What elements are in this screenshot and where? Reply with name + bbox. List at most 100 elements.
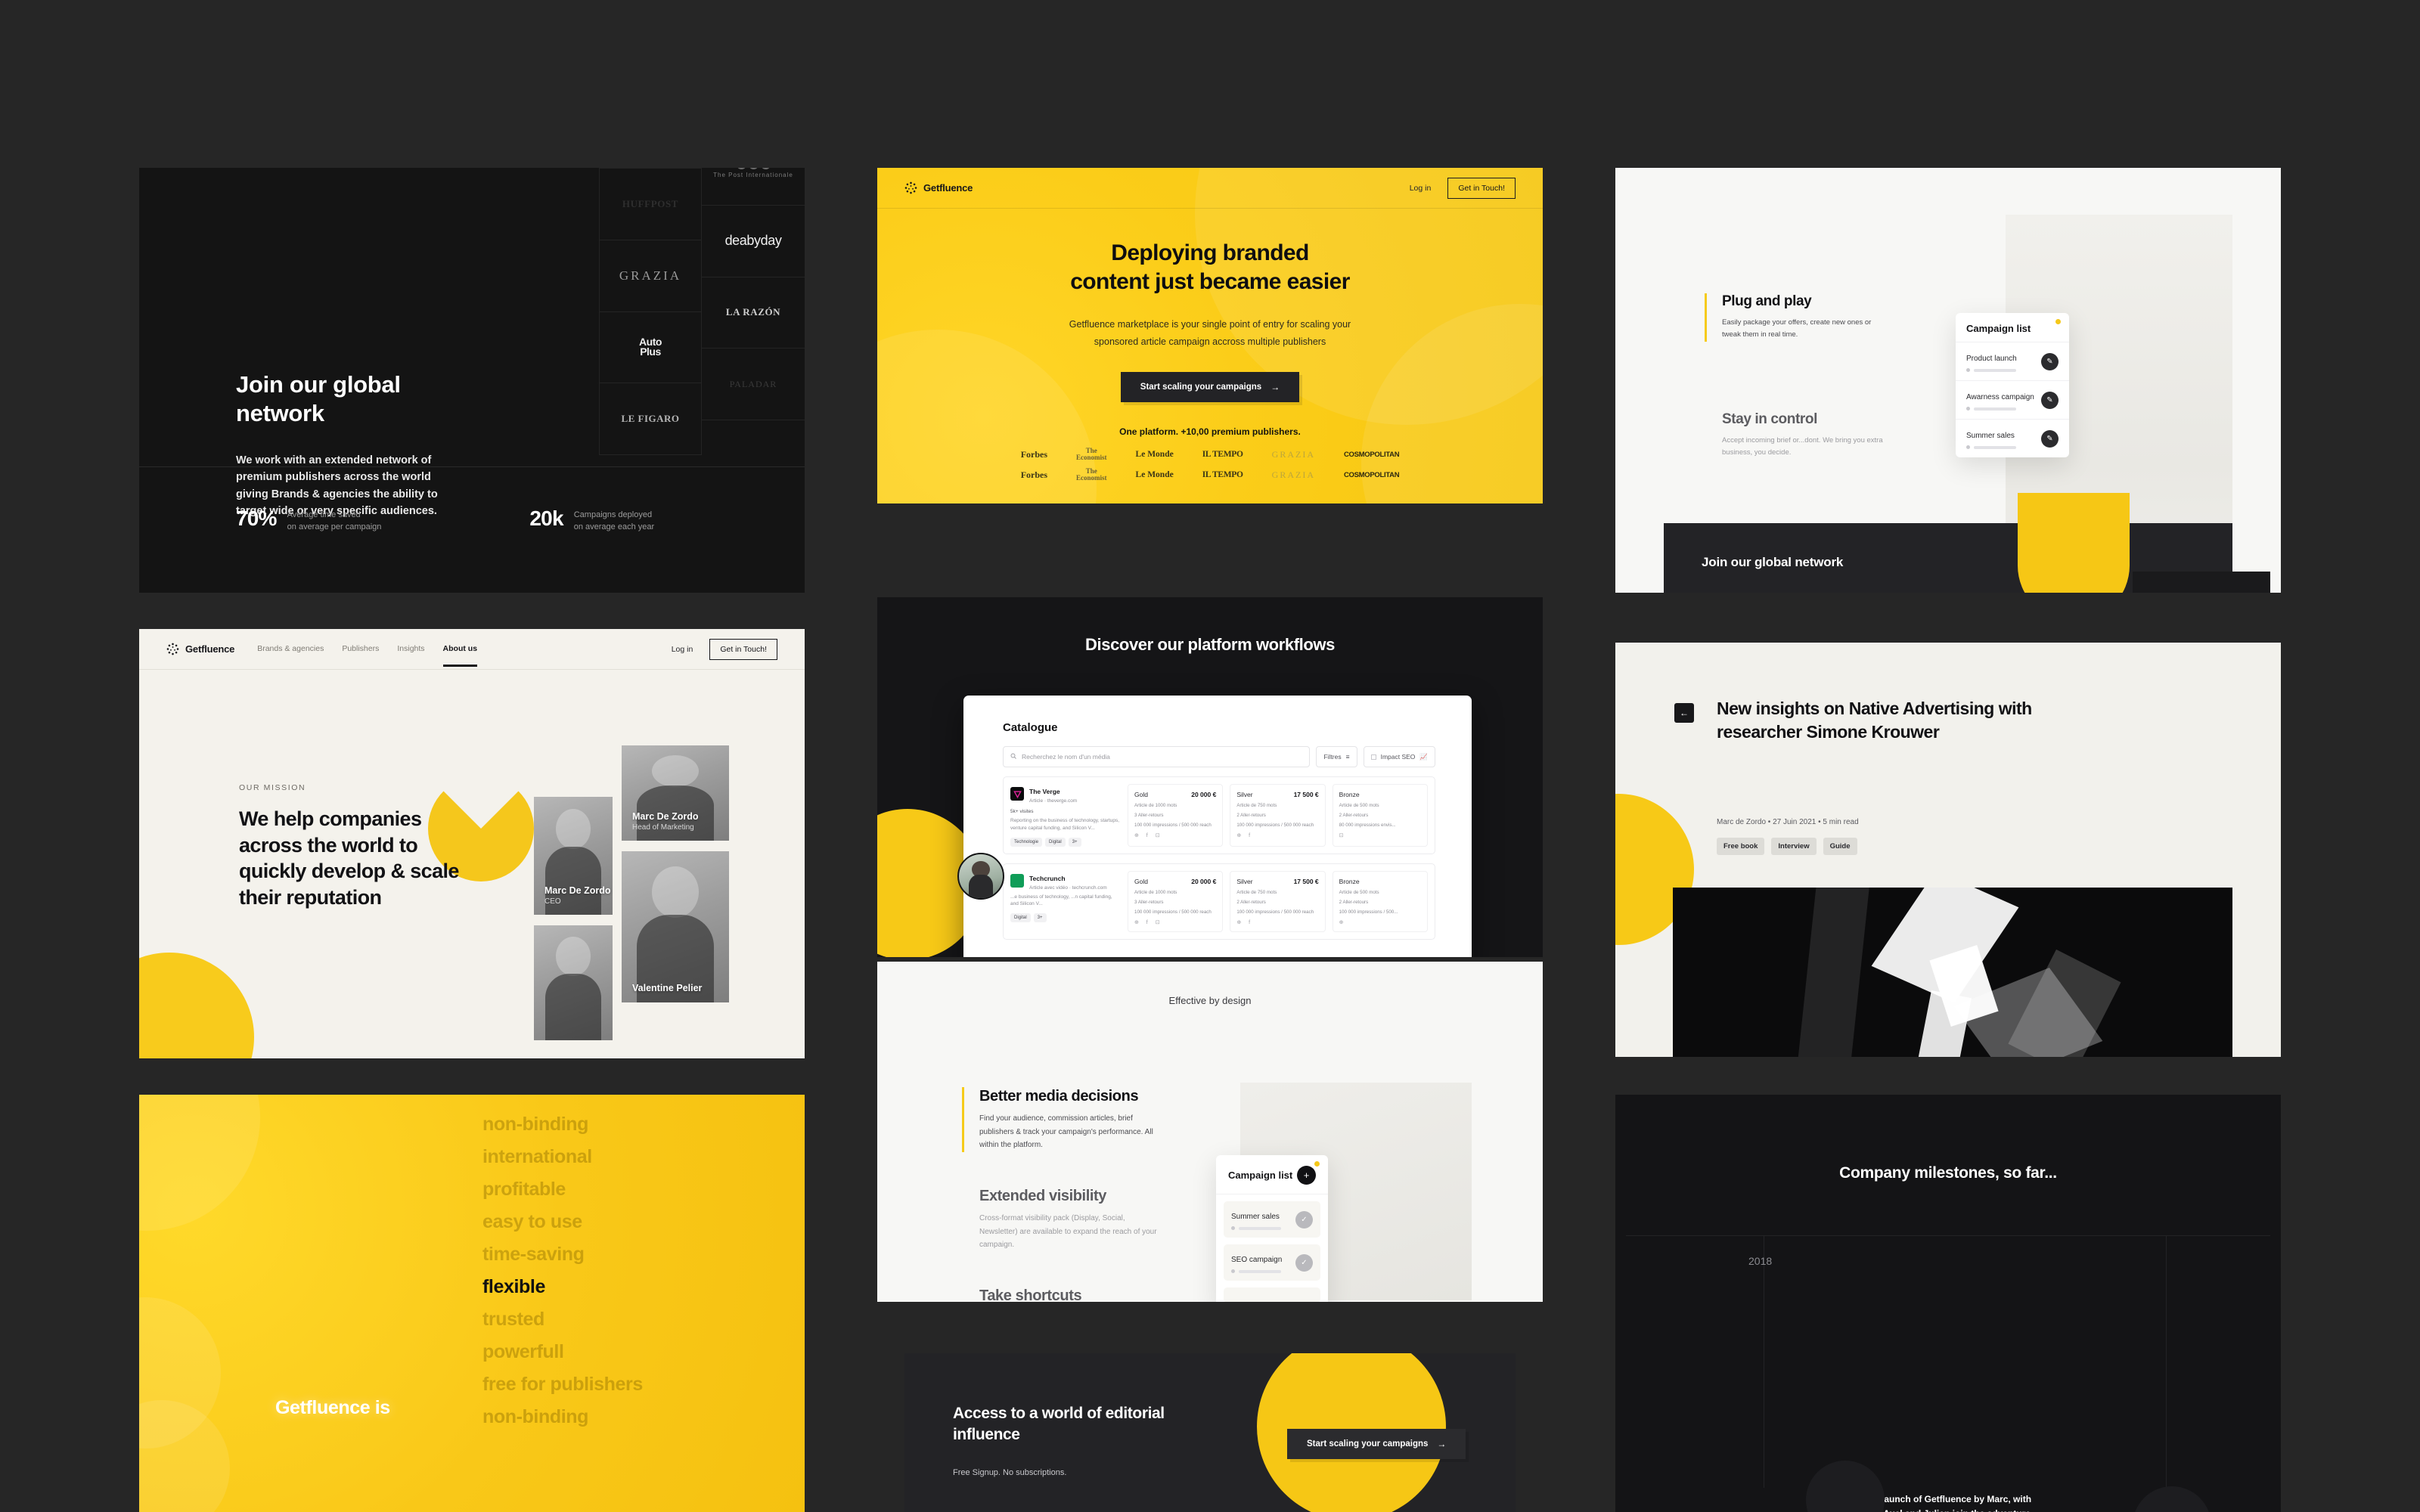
avatar bbox=[957, 853, 1004, 900]
nav-link-brands[interactable]: Brands & agencies bbox=[257, 644, 324, 655]
publisher-logos: Forbes The Economist Le Monde IL TEMPO GR… bbox=[877, 446, 1543, 482]
impact-seo-toggle[interactable]: Impact SEO 📈 bbox=[1363, 746, 1435, 767]
decor-glow bbox=[2133, 1486, 2211, 1512]
media-name: The Verge bbox=[1029, 788, 1060, 795]
adjective: non-binding bbox=[482, 1406, 588, 1427]
list-item[interactable]: Summer sales ✎ bbox=[1956, 419, 2069, 457]
navbar: Getfluence Log in Get in Touch! bbox=[877, 168, 1543, 209]
brand-name: Getfluence bbox=[923, 182, 973, 194]
decor-blob bbox=[139, 1095, 260, 1231]
logo-grazia: GRAZIA bbox=[1271, 469, 1315, 480]
decor-yellow-shape bbox=[2018, 493, 2130, 593]
team-photo bbox=[534, 925, 613, 1040]
decor-blob bbox=[139, 1400, 230, 1512]
logo-economist: The Economist bbox=[1076, 446, 1107, 462]
arrow-right-icon: → bbox=[1437, 1439, 1447, 1449]
catalogue-search-input[interactable]: Recherchez le nom d'un média bbox=[1003, 746, 1311, 767]
social-icons: ⊕ f bbox=[1236, 833, 1254, 838]
team-name: Marc De Zordo bbox=[632, 811, 699, 822]
logo-forbes: Forbes bbox=[1020, 448, 1048, 460]
brand-logo[interactable]: Getfluence bbox=[904, 181, 973, 194]
campaign-list-title: Campaign list bbox=[1228, 1170, 1293, 1181]
getfluence-is-prefix: Getfluence is bbox=[275, 1397, 390, 1418]
logo-cosmopolitan: COSMOPOLITAN bbox=[1343, 470, 1400, 479]
campaign-list-card: Campaign list + Summer sales ✓ SEO campa… bbox=[1216, 1155, 1328, 1302]
offer-gold[interactable]: Gold 20 000 € Article de 1000 mots 3 Alle… bbox=[1128, 784, 1224, 847]
login-link[interactable]: Log in bbox=[672, 645, 693, 654]
media-visits: 5k+ visites bbox=[1010, 809, 1034, 814]
arrow-right-icon: → bbox=[1270, 381, 1280, 392]
catalogue-screenshot: Catalogue Recherchez le nom d'un média F… bbox=[963, 696, 1472, 957]
team-role: CEO bbox=[544, 897, 561, 906]
getfluence-mark-icon bbox=[166, 643, 179, 655]
start-scaling-button[interactable]: Start scaling your campaigns → bbox=[1287, 1429, 1466, 1459]
list-item[interactable]: SEO campaign ✓ bbox=[1224, 1244, 1320, 1281]
team-card[interactable] bbox=[534, 925, 613, 1040]
get-in-touch-button[interactable]: Get in Touch! bbox=[709, 638, 777, 660]
feature-stay-in-control: Stay in control Accept incoming brief or… bbox=[1722, 411, 1883, 457]
tag[interactable]: Guide bbox=[1823, 838, 1857, 855]
pencil-icon[interactable]: ✎ bbox=[2041, 429, 2059, 448]
check-icon[interactable]: ✓ bbox=[1295, 1253, 1313, 1272]
team-card[interactable]: Valentine Pelier bbox=[622, 851, 729, 1002]
list-item[interactable]: Product launch ✎ bbox=[1956, 342, 2069, 380]
feature-take-shortcuts: Take shortcuts Our platform centralize a… bbox=[979, 1287, 1082, 1302]
screenshot-board: Join our global network We work with an … bbox=[0, 0, 2420, 1512]
list-item[interactable]: Summer sales ✓ bbox=[1224, 1201, 1320, 1238]
panel-blog-post: ← New insights on Native Advertising wit… bbox=[1615, 643, 2281, 1057]
offer-bronze[interactable]: Bronze Article de 500 mots 2 Aller-retou… bbox=[1332, 784, 1428, 847]
brand-logo[interactable]: Getfluence bbox=[166, 643, 234, 655]
milestones-title: Company milestones, so far... bbox=[1839, 1164, 2057, 1182]
adjective: powerfull bbox=[482, 1341, 564, 1362]
offer-silver[interactable]: Silver 17 500 € Article de 750 mots 2 All… bbox=[1230, 784, 1326, 847]
pencil-icon[interactable]: ✎ bbox=[2041, 391, 2059, 409]
media-logo-icon bbox=[1010, 787, 1024, 801]
navbar: Getfluence Brands & agencies Publishers … bbox=[139, 629, 805, 670]
logo-lemonde: Le Monde bbox=[1135, 450, 1174, 460]
media-logo-icon bbox=[1010, 873, 1024, 888]
one-platform-text: One platform. +10,00 premium publishers. bbox=[1119, 426, 1301, 437]
offer-gold[interactable]: Gold 20 000 € Article de 1000 mots 3 Alle… bbox=[1128, 870, 1224, 932]
offer-bronze[interactable]: Bronze Article de 500 mots 2 Aller-retou… bbox=[1332, 870, 1428, 932]
start-scaling-button[interactable]: Start scaling your campaigns → bbox=[1120, 371, 1300, 402]
yellow-circle-shape bbox=[139, 953, 254, 1058]
list-item[interactable]: Awarness campaign ✎ bbox=[1956, 380, 2069, 419]
adjective: easy to use bbox=[482, 1211, 582, 1232]
list-item[interactable] bbox=[1224, 1287, 1320, 1302]
nav-right: Log in Get in Touch! bbox=[1410, 177, 1516, 199]
social-icons: ⊕ f ⊡ bbox=[1134, 919, 1163, 925]
get-in-touch-button[interactable]: Get in Touch! bbox=[1447, 177, 1516, 199]
logo-cosmopolitan: COSMOPOLITAN bbox=[1343, 450, 1400, 459]
blog-tags: Free book Interview Guide bbox=[1717, 838, 1857, 855]
timeline-axis bbox=[1626, 1235, 2270, 1236]
panel-join-network: Join our global network We work with an … bbox=[139, 168, 805, 593]
tag[interactable]: Free book bbox=[1717, 838, 1765, 855]
table-row[interactable]: The Verge Article · theverge.com 5k+ vis… bbox=[1003, 776, 1435, 854]
panel-plug-and-play: Plug and play Easily package your offers… bbox=[1615, 168, 2281, 593]
pencil-icon[interactable]: ✎ bbox=[2041, 352, 2059, 370]
media-tags: Technologie Digital 3+ bbox=[1010, 837, 1121, 847]
milestone: January Official launch of Getfluence by… bbox=[1806, 1461, 2051, 1512]
tag[interactable]: Interview bbox=[1771, 838, 1817, 855]
adjective-list: non-binding international profitable eas… bbox=[482, 1108, 770, 1433]
table-row[interactable]: Techcrunch Article avec vidéo · techcrun… bbox=[1003, 863, 1435, 940]
plus-icon[interactable]: + bbox=[1297, 1166, 1316, 1185]
offer-silver[interactable]: Silver 17 500 € Article de 750 mots 2 All… bbox=[1230, 870, 1326, 932]
arrow-left-icon[interactable]: ← bbox=[1674, 703, 1694, 723]
check-icon[interactable]: ✓ bbox=[1295, 1210, 1313, 1228]
milestone-month: January bbox=[1848, 1471, 2051, 1479]
login-link[interactable]: Log in bbox=[1410, 184, 1432, 193]
blog-meta: Marc de Zordo • 27 Juin 2021 • 5 min rea… bbox=[1717, 818, 1859, 826]
logo-lemonde: Le Monde bbox=[1135, 470, 1174, 480]
team-card[interactable]: Marc De Zordo CEO bbox=[534, 797, 613, 915]
catalogue-search-placeholder: Recherchez le nom d'un média bbox=[1022, 753, 1110, 761]
panel-effective-by-design: Effective by design Better media decisio… bbox=[877, 962, 1543, 1302]
timeline-gridline bbox=[2166, 1235, 2167, 1488]
filters-button[interactable]: Filtres ≡ bbox=[1316, 746, 1357, 767]
logo-iltempo: IL TEMPO bbox=[1202, 470, 1243, 480]
social-icons: ⊕ f ⊡ bbox=[1134, 833, 1163, 838]
team-card[interactable]: Marc De Zordo Head of Marketing bbox=[622, 745, 729, 841]
nav-link-publishers[interactable]: Publishers bbox=[342, 644, 379, 655]
nav-link-insights[interactable]: Insights bbox=[397, 644, 424, 655]
nav-link-about-us[interactable]: About us bbox=[442, 644, 477, 667]
